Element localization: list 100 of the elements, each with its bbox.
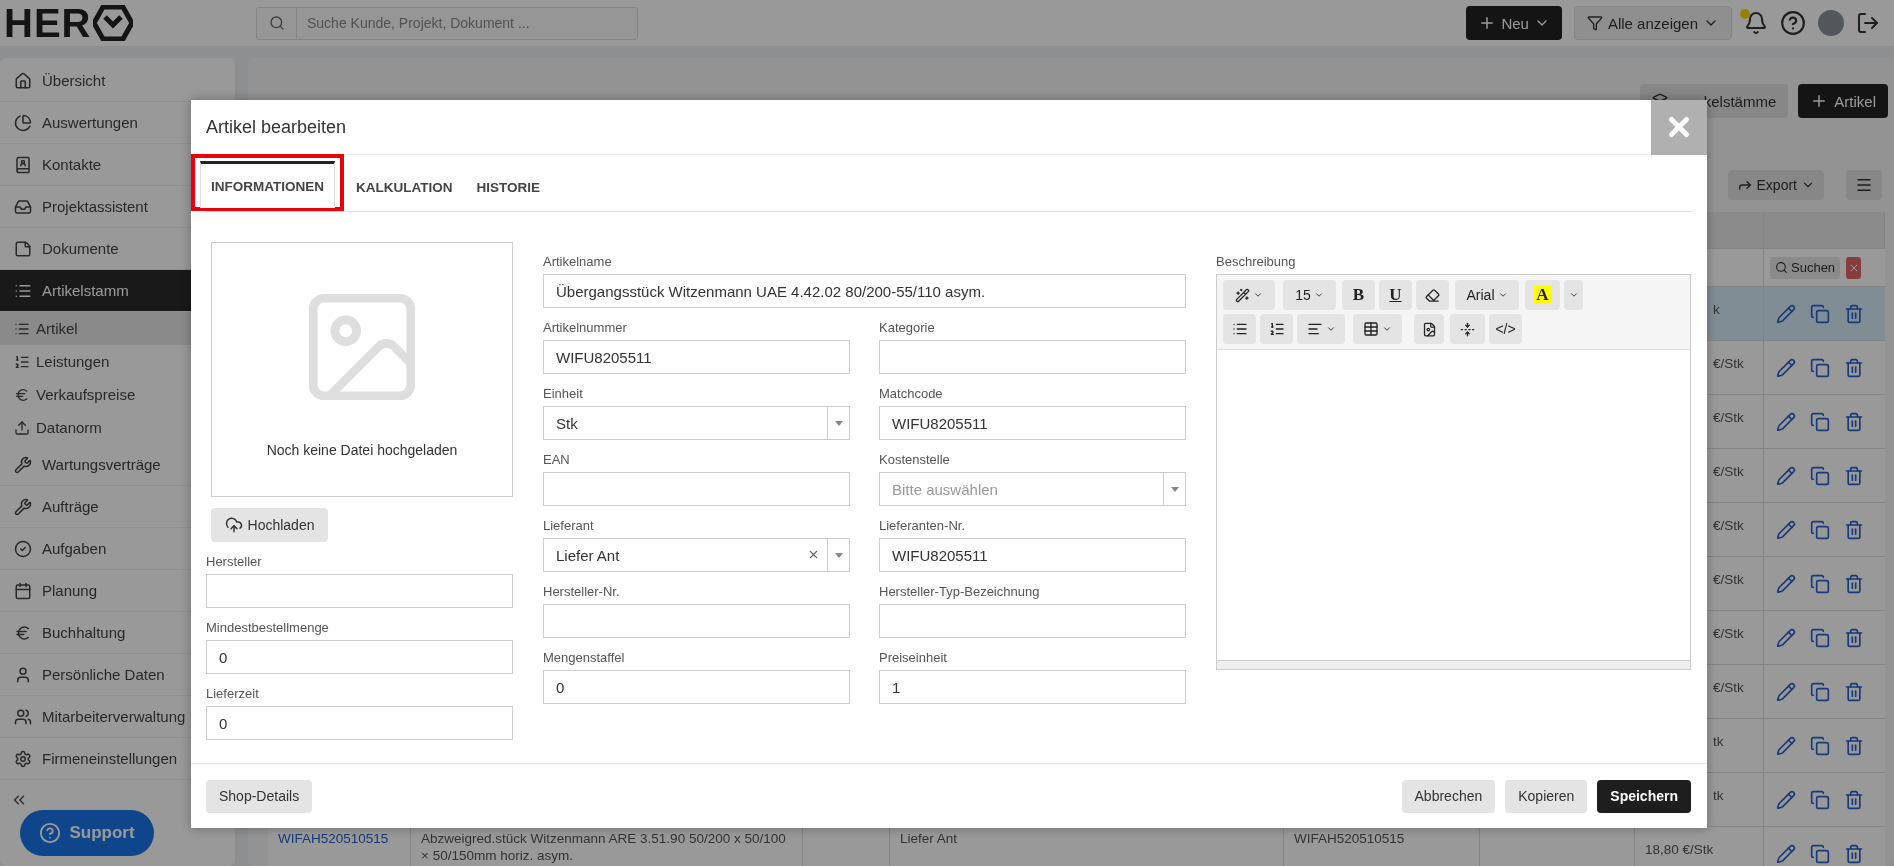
shop-details-button[interactable]: Shop-Details xyxy=(206,779,313,813)
new-button[interactable]: Neu xyxy=(1466,6,1562,40)
input-field[interactable] xyxy=(543,472,850,506)
wrench-icon xyxy=(14,455,32,474)
image-button[interactable] xyxy=(1414,314,1444,344)
pencil-icon[interactable] xyxy=(1776,303,1796,324)
save-button[interactable]: Speichern xyxy=(1597,779,1691,813)
input-field[interactable] xyxy=(206,574,513,608)
menu-button[interactable] xyxy=(1846,170,1882,200)
sidebar-subitem[interactable]: Leistungen xyxy=(0,345,235,378)
trash-icon[interactable] xyxy=(1844,627,1864,648)
select-field[interactable]: Bitte auswählen xyxy=(879,472,1186,506)
pencil-icon[interactable] xyxy=(1776,627,1796,648)
pencil-icon[interactable] xyxy=(1776,573,1796,594)
color-menu-button[interactable] xyxy=(1564,280,1583,310)
help-icon[interactable] xyxy=(1780,10,1806,36)
pencil-icon[interactable] xyxy=(1776,465,1796,486)
pencil-icon[interactable] xyxy=(1776,357,1796,378)
user-icon xyxy=(14,665,32,684)
table-button[interactable] xyxy=(1353,314,1402,344)
field-label: EAN xyxy=(543,452,571,467)
copy-icon[interactable] xyxy=(1810,357,1830,378)
clear-filter-button[interactable] xyxy=(1846,256,1862,279)
input-field[interactable]: 0 xyxy=(206,640,513,674)
copy-icon[interactable] xyxy=(1810,789,1830,810)
split-icon xyxy=(1460,321,1475,337)
euro-icon xyxy=(14,623,32,642)
eraser-button[interactable] xyxy=(1416,280,1449,310)
pencil-icon[interactable] xyxy=(1776,681,1796,702)
footer-button[interactable]: Kopieren xyxy=(1505,779,1588,813)
input-field[interactable]: WIFU8205511 xyxy=(879,538,1186,572)
text-editor[interactable]: 15 B U Arial A </> xyxy=(1216,274,1691,670)
pencil-icon[interactable] xyxy=(1776,789,1796,810)
upload-button[interactable]: Hochladen xyxy=(211,508,328,542)
bullet-list-button[interactable] xyxy=(1223,314,1256,344)
copy-icon[interactable] xyxy=(1810,627,1830,648)
tab[interactable]: INFORMATIONEN xyxy=(200,161,335,208)
trash-icon[interactable] xyxy=(1844,843,1864,864)
input-field[interactable]: WIFU8205511 xyxy=(879,406,1186,440)
font-button[interactable]: Arial xyxy=(1455,280,1519,310)
underline-button[interactable]: U xyxy=(1379,280,1412,310)
align-button[interactable] xyxy=(1297,314,1345,344)
pencil-icon[interactable] xyxy=(1776,519,1796,540)
input-field[interactable] xyxy=(879,340,1186,374)
image-file-icon xyxy=(1421,321,1437,337)
logout-icon[interactable] xyxy=(1856,11,1880,35)
sidebar-subitem[interactable]: Datanorm xyxy=(0,411,235,444)
trash-icon[interactable] xyxy=(1844,303,1864,324)
copy-icon[interactable] xyxy=(1810,681,1830,702)
copy-icon[interactable] xyxy=(1810,411,1830,432)
select-field[interactable]: Liefer Ant xyxy=(543,538,850,572)
filter-button[interactable]: Alle anzeigen xyxy=(1573,6,1732,40)
resize-handle[interactable] xyxy=(1217,660,1690,669)
trash-icon[interactable] xyxy=(1844,573,1864,594)
copy-icon[interactable] xyxy=(1810,573,1830,594)
search-input[interactable]: Suche Kunde, Projekt, Dokument ... xyxy=(297,15,637,31)
input-field[interactable] xyxy=(543,604,850,638)
copy-icon[interactable] xyxy=(1810,303,1830,324)
pencil-icon[interactable] xyxy=(1776,735,1796,756)
filter-icon xyxy=(1586,15,1603,31)
copy-icon[interactable] xyxy=(1810,465,1830,486)
sidebar-subitem[interactable]: Verkaufspreise xyxy=(0,378,235,411)
trash-icon[interactable] xyxy=(1844,357,1864,378)
footer-button[interactable]: Abbrechen xyxy=(1401,779,1496,813)
bold-button[interactable]: B xyxy=(1342,280,1375,310)
search-button[interactable]: Suchen xyxy=(1770,256,1841,279)
search-field[interactable]: Suche Kunde, Projekt, Dokument ... xyxy=(256,6,638,40)
magic-wand-icon xyxy=(1235,287,1250,303)
export-button[interactable]: Export xyxy=(1727,170,1824,200)
search-icon xyxy=(1775,261,1788,274)
trash-icon[interactable] xyxy=(1844,681,1864,702)
pencil-icon[interactable] xyxy=(1776,411,1796,432)
add-article-button[interactable]: Artikel xyxy=(1798,84,1888,118)
input-field[interactable] xyxy=(879,604,1186,638)
field-label: Kostenstelle xyxy=(879,452,951,467)
copy-icon[interactable] xyxy=(1810,735,1830,756)
input-field[interactable]: 0 xyxy=(206,706,513,740)
input-field[interactable]: WIFU8205511 xyxy=(543,340,850,374)
clear-icon[interactable] xyxy=(807,548,820,561)
trash-icon[interactable] xyxy=(1844,519,1864,540)
numbered-list-button[interactable] xyxy=(1260,314,1293,344)
input-field[interactable]: 1 xyxy=(879,670,1186,704)
copy-icon[interactable] xyxy=(1810,843,1830,864)
trash-icon[interactable] xyxy=(1844,465,1864,486)
trash-icon[interactable] xyxy=(1844,735,1864,756)
code-button[interactable]: </> xyxy=(1489,314,1522,344)
trash-icon[interactable] xyxy=(1844,411,1864,432)
pencil-icon[interactable] xyxy=(1776,843,1796,864)
page-break-button[interactable] xyxy=(1450,314,1485,344)
text-color-button[interactable]: A xyxy=(1525,280,1560,310)
avatar[interactable] xyxy=(1818,10,1844,36)
trash-icon[interactable] xyxy=(1844,789,1864,810)
copy-icon[interactable] xyxy=(1810,519,1830,540)
input-field[interactable]: 0 xyxy=(543,670,850,704)
font-size-button[interactable]: 15 xyxy=(1283,280,1336,310)
select-field[interactable]: Stk xyxy=(543,406,850,440)
style-button[interactable] xyxy=(1223,280,1275,310)
input-field[interactable]: Übergangsstück Witzenmann UAE 4.42.02 80/200-55/110 asym. xyxy=(543,274,1186,308)
caret-icon xyxy=(1253,290,1263,300)
search-icon xyxy=(268,15,285,31)
